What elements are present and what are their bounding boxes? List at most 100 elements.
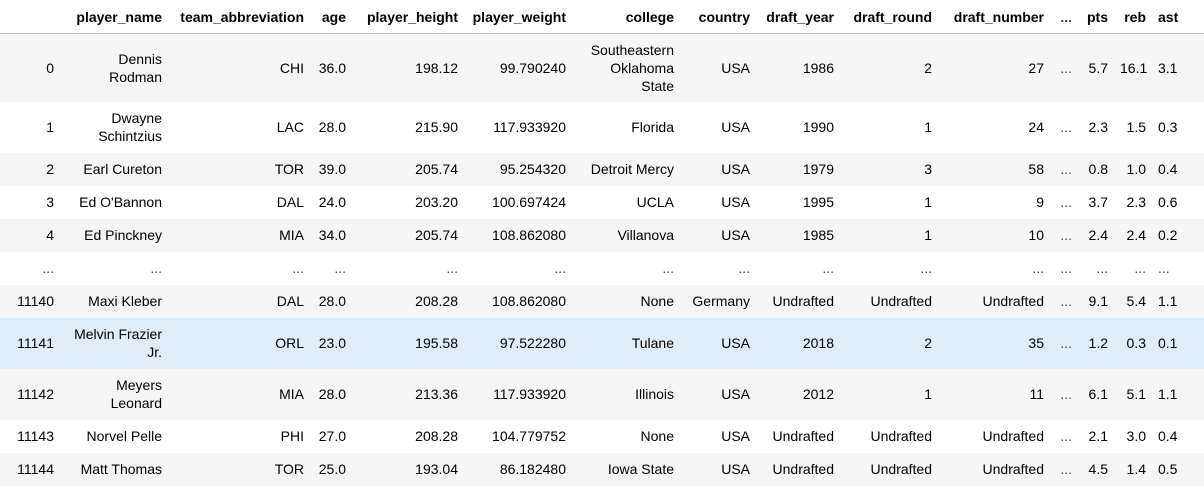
cell-player-weight: 104.779752	[492, 428, 566, 444]
cell-draft-year: 2012	[802, 386, 834, 402]
cell-team-abbreviation: TOR	[274, 461, 304, 477]
cell-ellipsis: ...	[1060, 227, 1072, 243]
cell-ast: 1.1	[1158, 293, 1178, 309]
row-index: 3	[46, 194, 54, 210]
cell-ellipsis: ...	[1060, 119, 1072, 135]
column-header-reb: reb	[1114, 0, 1152, 34]
cell-player-weight: 108.862080	[492, 293, 566, 309]
column-header-player-name: player_name	[60, 0, 168, 34]
table-row-hovered: 11141 Melvin Frazier Jr. ORL 23.0 195.58…	[0, 317, 1204, 369]
cell-ast: 0.2	[1158, 227, 1178, 243]
cell-reb: 5.1	[1126, 386, 1146, 402]
cell-team-abbreviation: DAL	[276, 194, 304, 210]
column-header-team-abbreviation: team_abbreviation	[168, 0, 310, 34]
cell-player-name: Earl Cureton	[83, 161, 162, 177]
cell-college: Southeastern Oklahoma State	[590, 41, 674, 94]
cell-draft-number: 24	[1028, 119, 1044, 135]
row-index: 1	[46, 119, 54, 135]
table-row: 3 Ed O'Bannon DAL 24.0 203.20 100.697424…	[0, 185, 1204, 219]
header-row: player_name team_abbreviation age player…	[0, 0, 1204, 34]
cell-age: 28.0	[318, 293, 346, 309]
cell-reb: 5.4	[1126, 293, 1146, 309]
cell-age: 36.0	[318, 59, 346, 76]
cell-player-height: 213.36	[415, 386, 458, 402]
cell-pts: 1.2	[1088, 335, 1108, 351]
cell-college: Detroit Mercy	[590, 161, 674, 177]
cell-draft-round: 1	[924, 119, 932, 135]
cell-player-name: Ed O'Bannon	[79, 194, 162, 210]
cell-pts: 5.7	[1088, 59, 1108, 76]
cell-draft-number: Undrafted	[982, 428, 1044, 444]
cell-ellipsis: ...	[1060, 293, 1072, 309]
cell-player-height: 205.74	[415, 227, 458, 243]
cell-player-weight: ...	[554, 260, 566, 276]
cell-age: 28.0	[318, 386, 346, 402]
cell-team-abbreviation: MIA	[279, 386, 304, 402]
cell-ast: 0.3	[1158, 119, 1178, 135]
cell-pts: 2.1	[1088, 428, 1108, 444]
cell-team-abbreviation: TOR	[274, 161, 304, 177]
cell-country: USA	[721, 386, 750, 402]
column-header-pts: pts	[1078, 0, 1114, 34]
cell-draft-round: Undrafted	[870, 293, 932, 309]
cell-college: Iowa State	[607, 461, 674, 477]
table-row-ellipsis: ... ... ... ... ... ... ... ... ... ... …	[0, 251, 1204, 285]
cell-ellipsis: ...	[1060, 335, 1072, 351]
cell-draft-year: Undrafted	[772, 461, 834, 477]
cell-draft-number: 10	[1028, 227, 1044, 243]
cell-country: USA	[721, 227, 750, 243]
cell-college: UCLA	[636, 194, 674, 210]
index-header	[0, 0, 60, 34]
row-index: 11141	[17, 335, 54, 351]
cell-country: USA	[721, 428, 750, 444]
cell-ast: ...	[1158, 260, 1170, 276]
cell-player-weight: 95.254320	[499, 161, 566, 177]
cell-team-abbreviation: MIA	[279, 227, 304, 243]
column-header-college: college	[572, 0, 680, 34]
cell-country: USA	[721, 194, 750, 210]
cell-draft-round: 3	[924, 161, 932, 177]
row-index: 11144	[17, 461, 54, 477]
cell-pts: 0.8	[1088, 161, 1108, 177]
cell-reb: 3.0	[1126, 428, 1146, 444]
cell-ast: 0.6	[1158, 194, 1178, 210]
cell-reb: 1.5	[1126, 119, 1146, 135]
cell-player-name: Ed Pinckney	[84, 227, 162, 243]
cell-pts: 2.4	[1088, 227, 1108, 243]
cell-draft-round: 2	[924, 335, 932, 351]
cell-ellipsis: ...	[1060, 461, 1072, 477]
cell-ellipsis: ...	[1060, 59, 1072, 76]
cell-country: USA	[721, 335, 750, 351]
cell-draft-year: 1979	[802, 161, 834, 177]
cell-college: Villanova	[617, 227, 674, 243]
cell-player-weight: 100.697424	[492, 194, 566, 210]
cell-player-weight: 117.933920	[493, 386, 566, 402]
row-index: ...	[42, 260, 54, 276]
cell-pts: ...	[1096, 260, 1108, 276]
column-header-country: country	[680, 0, 756, 34]
cell-draft-number: 27	[1028, 59, 1044, 76]
cell-college: ...	[662, 260, 674, 276]
cell-player-name: Norvel Pelle	[86, 428, 162, 444]
cell-country: Germany	[692, 293, 750, 309]
cell-team-abbreviation: CHI	[279, 59, 304, 76]
cell-ellipsis: ...	[1060, 428, 1072, 444]
dataframe-table: player_name team_abbreviation age player…	[0, 0, 1204, 486]
cell-draft-year: Undrafted	[772, 293, 834, 309]
cell-draft-number: 58	[1028, 161, 1044, 177]
cell-reb: 1.4	[1126, 461, 1146, 477]
cell-draft-year: 1995	[802, 194, 834, 210]
cell-player-name: Dennis Rodman	[109, 50, 162, 85]
cell-ellipsis: ...	[1060, 260, 1072, 276]
row-index: 0	[46, 59, 54, 76]
row-index: 2	[46, 161, 54, 177]
cell-age: 27.0	[318, 428, 346, 444]
cell-ast: 3.1	[1158, 59, 1178, 76]
cell-draft-round: 1	[924, 386, 932, 402]
cell-team-abbreviation: DAL	[276, 293, 304, 309]
cell-draft-number: ...	[1032, 260, 1044, 276]
cell-age: ...	[334, 260, 346, 276]
row-index: 11142	[17, 386, 54, 402]
cell-draft-number: 9	[1036, 194, 1044, 210]
cell-draft-year: 1985	[802, 227, 834, 243]
